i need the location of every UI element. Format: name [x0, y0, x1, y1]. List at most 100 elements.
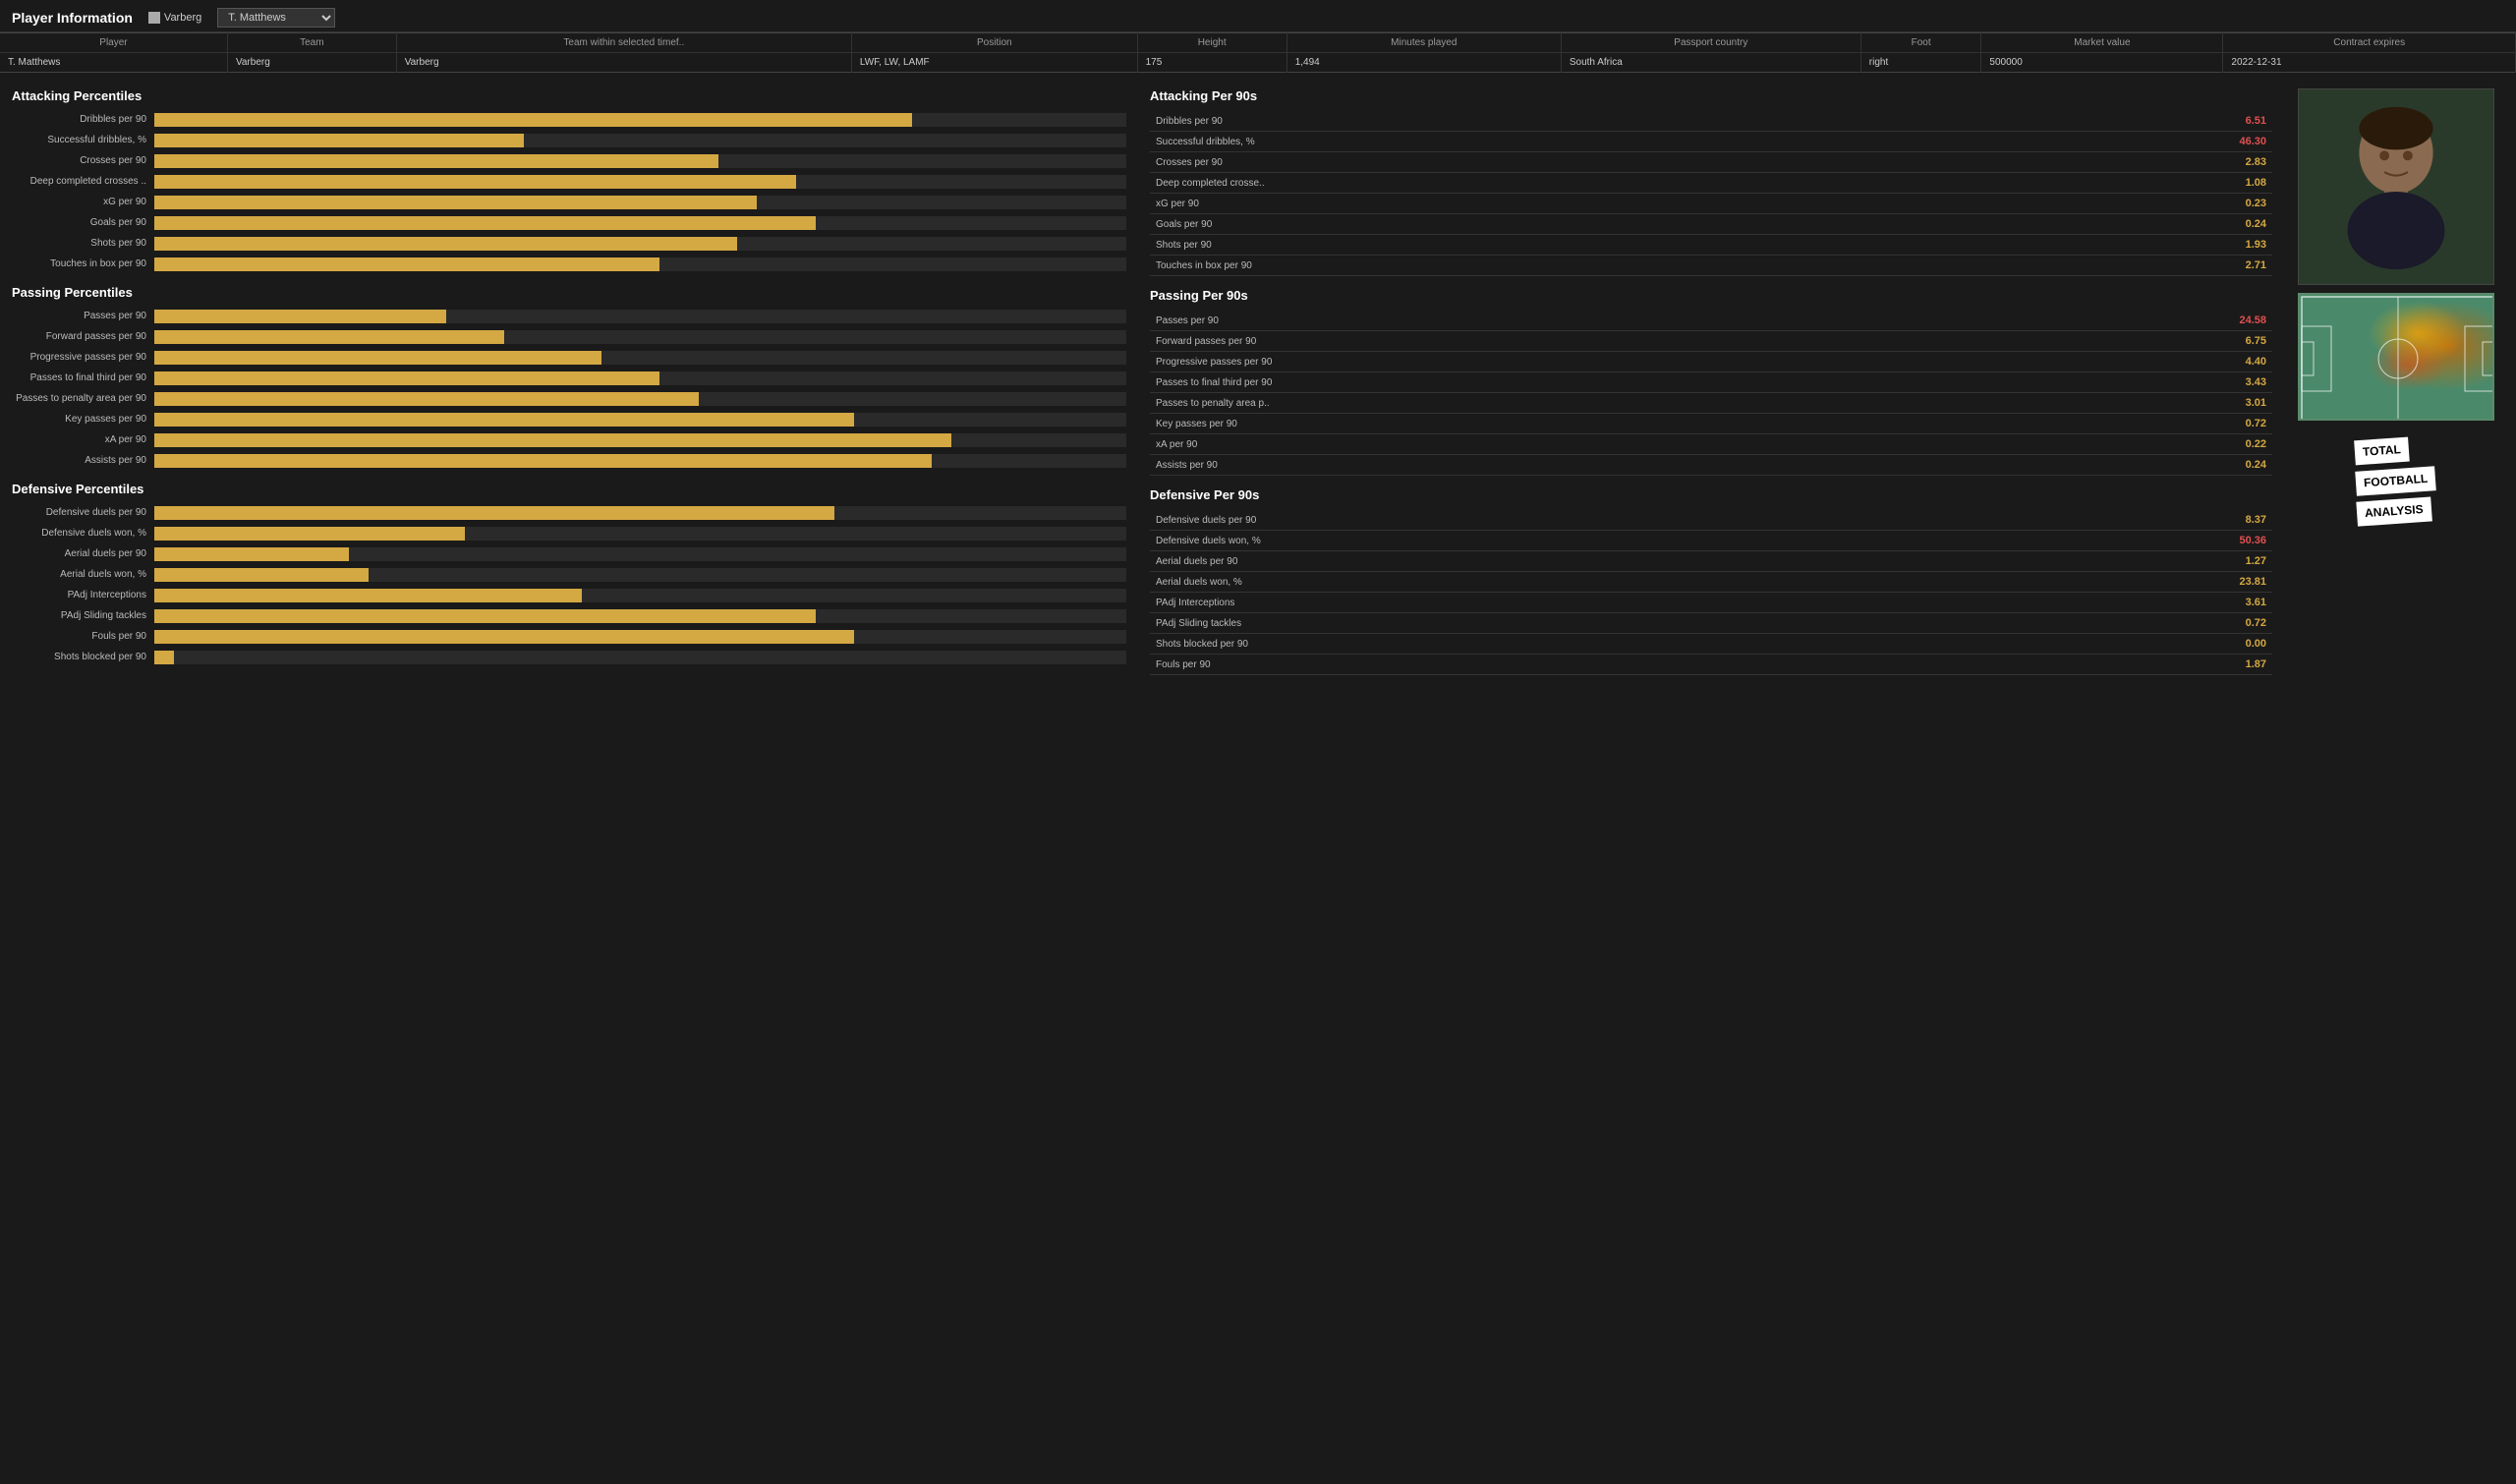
bar-label: Successful dribbles, %	[12, 135, 154, 146]
stat-name: Shots per 90	[1150, 235, 1879, 256]
stat-name: PAdj Interceptions	[1150, 593, 1879, 613]
stat-value: 0.24	[1879, 455, 2272, 476]
bar-row: Crosses per 90	[12, 152, 1126, 170]
bar-label: Passes to final third per 90	[12, 372, 154, 384]
bar-row: Progressive passes per 90	[12, 349, 1126, 367]
bar-fill	[154, 433, 951, 447]
bar-container	[154, 413, 1126, 427]
bar-fill	[154, 371, 659, 385]
stat-row: Progressive passes per 904.40	[1150, 352, 2272, 372]
stat-row: Dribbles per 906.51	[1150, 111, 2272, 132]
attacking-stats-table: Dribbles per 906.51Successful dribbles, …	[1150, 111, 2272, 276]
stat-row: Passes to penalty area p..3.01	[1150, 393, 2272, 414]
bar-container	[154, 392, 1126, 406]
player-info-header: Contract expires	[2223, 33, 2516, 53]
defensive-percentiles-title: Defensive Percentiles	[12, 482, 1126, 496]
player-info-cell: 175	[1137, 53, 1287, 73]
main-content: Attacking Percentiles Dribbles per 90Suc…	[0, 73, 2516, 687]
stat-name: Shots blocked per 90	[1150, 634, 1879, 655]
stat-name: Successful dribbles, %	[1150, 132, 1879, 152]
stat-row: Passes to final third per 903.43	[1150, 372, 2272, 393]
stat-value: 3.61	[1879, 593, 2272, 613]
header: Player Information Varberg T. Matthews	[0, 0, 2516, 32]
bar-container	[154, 527, 1126, 541]
stat-row: Assists per 900.24	[1150, 455, 2272, 476]
right-panel: TOTAL FOOTBALL ANALYSIS	[2288, 77, 2504, 675]
bar-row: Defensive duels won, %	[12, 525, 1126, 542]
bar-row: Touches in box per 90	[12, 256, 1126, 273]
stat-value: 8.37	[1879, 510, 2272, 531]
stat-name: Passes per 90	[1150, 311, 1879, 331]
stat-value: 0.24	[1879, 214, 2272, 235]
bar-row: Passes per 90	[12, 308, 1126, 325]
bar-fill	[154, 330, 504, 344]
bar-label: xA per 90	[12, 434, 154, 446]
defensive-bars: Defensive duels per 90 Defensive duels wo…	[12, 504, 1126, 666]
bar-container	[154, 651, 1126, 664]
bar-fill	[154, 196, 757, 209]
bar-fill	[154, 413, 854, 427]
stat-value: 1.27	[1879, 551, 2272, 572]
bar-label: Touches in box per 90	[12, 258, 154, 270]
stat-row: xG per 900.23	[1150, 194, 2272, 214]
stat-name: Goals per 90	[1150, 214, 1879, 235]
stat-value: 0.00	[1879, 634, 2272, 655]
bar-container	[154, 506, 1126, 520]
defensive-stats-table: Defensive duels per 908.37Defensive duel…	[1150, 510, 2272, 675]
stat-name: Aerial duels per 90	[1150, 551, 1879, 572]
player-info-header: Passport country	[1561, 33, 1860, 53]
team-badge: Varberg	[148, 12, 201, 24]
bar-container	[154, 568, 1126, 582]
bar-container	[154, 433, 1126, 447]
passing-stats-table: Passes per 9024.58Forward passes per 906…	[1150, 311, 2272, 476]
stat-row: xA per 900.22	[1150, 434, 2272, 455]
bar-fill	[154, 506, 834, 520]
player-info-header: Position	[851, 33, 1137, 53]
player-info-header: Foot	[1860, 33, 1981, 53]
stat-value: 46.30	[1879, 132, 2272, 152]
stat-row: Crosses per 902.83	[1150, 152, 2272, 173]
stat-row: Shots per 901.93	[1150, 235, 2272, 256]
bar-label: Goals per 90	[12, 217, 154, 229]
bar-container	[154, 154, 1126, 168]
bar-fill	[154, 310, 446, 323]
player-info-cell: 500000	[1981, 53, 2223, 73]
player-info-cell: Varberg	[396, 53, 851, 73]
stat-value: 23.81	[1879, 572, 2272, 593]
stat-row: Defensive duels per 908.37	[1150, 510, 2272, 531]
bar-fill	[154, 547, 349, 561]
player-info-cell: South Africa	[1561, 53, 1860, 73]
stat-row: Forward passes per 906.75	[1150, 331, 2272, 352]
bar-fill	[154, 609, 816, 623]
stat-name: Defensive duels per 90	[1150, 510, 1879, 531]
bar-row: Fouls per 90	[12, 628, 1126, 646]
stat-value: 2.83	[1879, 152, 2272, 173]
bar-container	[154, 216, 1126, 230]
player-info-header: Team	[227, 33, 396, 53]
player-info-header: Team within selected timef..	[396, 33, 851, 53]
bar-container	[154, 589, 1126, 602]
passing-percentiles-title: Passing Percentiles	[12, 285, 1126, 300]
bar-container	[154, 351, 1126, 365]
stat-row: Shots blocked per 900.00	[1150, 634, 2272, 655]
player-dropdown[interactable]: T. Matthews	[217, 8, 335, 28]
bar-label: Progressive passes per 90	[12, 352, 154, 364]
bar-label: Defensive duels per 90	[12, 507, 154, 519]
stat-name: Passes to final third per 90	[1150, 372, 1879, 393]
team-badge-icon	[148, 12, 160, 24]
stat-name: Assists per 90	[1150, 455, 1879, 476]
bar-label: Shots blocked per 90	[12, 652, 154, 663]
bar-container	[154, 371, 1126, 385]
bar-label: Forward passes per 90	[12, 331, 154, 343]
bar-label: Passes per 90	[12, 311, 154, 322]
stat-name: Fouls per 90	[1150, 655, 1879, 675]
stat-name: PAdj Sliding tackles	[1150, 613, 1879, 634]
bar-label: PAdj Sliding tackles	[12, 610, 154, 622]
per90-stats-col: Attacking Per 90s Dribbles per 906.51Suc…	[1150, 77, 2272, 675]
player-info-header: Market value	[1981, 33, 2223, 53]
stat-value: 50.36	[1879, 531, 2272, 551]
bar-container	[154, 113, 1126, 127]
bar-row: Goals per 90	[12, 214, 1126, 232]
content-grid: Attacking Percentiles Dribbles per 90Suc…	[12, 77, 2504, 675]
player-photo	[2298, 88, 2494, 285]
